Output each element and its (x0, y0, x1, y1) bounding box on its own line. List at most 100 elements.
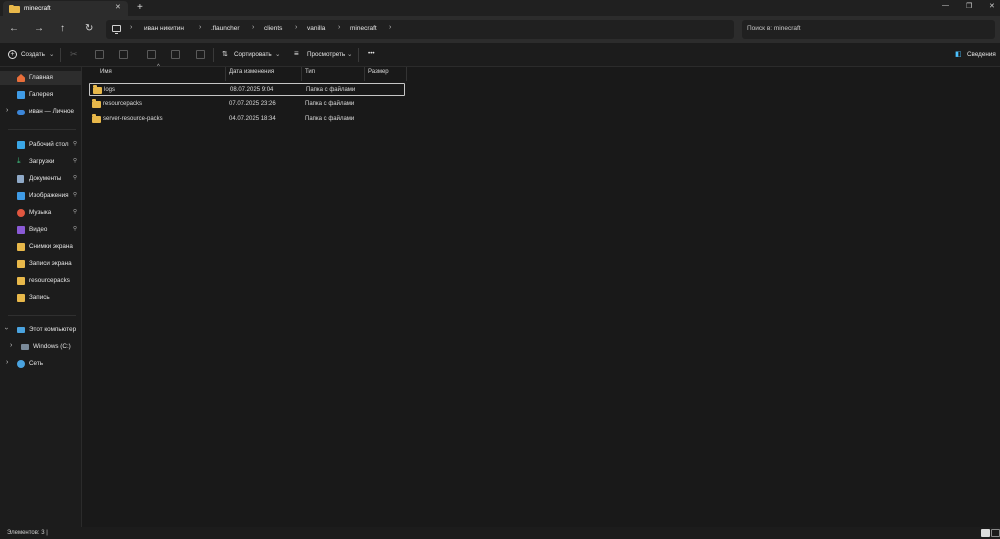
sidebar-item-desktop[interactable]: Рабочий стол ⚲ (0, 138, 82, 152)
column-header-type[interactable]: Тип (305, 69, 315, 75)
more-options-button[interactable]: ••• (368, 50, 375, 57)
music-icon (17, 209, 25, 217)
folder-icon (92, 99, 101, 108)
sidebar-item-videos[interactable]: Видео ⚲ (0, 223, 82, 237)
file-date: 07.07.2025 23:26 (229, 101, 276, 107)
add-icon: + (8, 50, 17, 59)
column-divider[interactable] (301, 67, 302, 81)
tab-minecraft[interactable]: minecraft ✕ (3, 1, 128, 16)
chevron-right-icon[interactable]: › (199, 24, 201, 31)
chevron-right-icon[interactable]: › (389, 24, 391, 31)
column-divider[interactable] (225, 67, 226, 81)
sidebar-item-screen-recordings[interactable]: Записи экрана (0, 257, 82, 271)
table-row[interactable]: logs 08.07.2025 9:04 Папка с файлами (89, 83, 405, 96)
breadcrumb-user[interactable]: иван никитин (144, 25, 184, 32)
sidebar-item-this-pc[interactable]: › Этот компьютер (0, 323, 82, 337)
sidebar-item-onedrive[interactable]: › иван — Личное (0, 105, 82, 119)
file-name: resourcepacks (103, 101, 143, 107)
table-row[interactable]: resourcepacks 07.07.2025 23:26 Папка с ф… (89, 98, 405, 111)
tiles-view-icon[interactable] (991, 529, 1000, 537)
folder-icon (17, 294, 25, 302)
pin-icon[interactable]: ⚲ (73, 175, 77, 181)
sort-button[interactable]: Сортировать (234, 51, 272, 58)
search-input[interactable]: Поиск в: minecraft (742, 20, 995, 39)
folder-icon (17, 277, 25, 285)
paste-icon[interactable] (119, 50, 128, 59)
chevron-right-icon[interactable]: › (6, 359, 8, 366)
navigation-bar: ← → ↑ ↻ › иван никитин › .flauncher › cl… (0, 16, 1000, 43)
chevron-down-icon[interactable]: › (3, 327, 10, 329)
chevron-right-icon[interactable]: › (295, 24, 297, 31)
sidebar: Главная Галерея › иван — Личное Рабочий … (0, 67, 82, 527)
minimize-button[interactable]: — (942, 2, 949, 9)
maximize-button[interactable]: ❐ (966, 2, 972, 10)
view-button[interactable]: Просмотреть (307, 51, 345, 58)
details-button[interactable]: Сведения (967, 51, 996, 58)
file-name: server-resource-packs (103, 116, 163, 122)
pin-icon[interactable]: ⚲ (73, 158, 77, 164)
back-button[interactable]: ← (9, 23, 19, 35)
sidebar-item-pictures[interactable]: Изображения ⚲ (0, 189, 82, 203)
sidebar-item-downloads[interactable]: ⤓ Загрузки ⚲ (0, 155, 82, 169)
cut-icon[interactable]: ✂ (70, 49, 78, 60)
breadcrumb-flauncher[interactable]: .flauncher (211, 25, 240, 32)
status-bar: Элементов: 3 | (0, 527, 1000, 539)
chevron-right-icon[interactable]: › (338, 24, 340, 31)
pin-icon[interactable]: ⚲ (73, 192, 77, 198)
pin-icon[interactable]: ⚲ (73, 141, 77, 147)
download-icon: ⤓ (17, 156, 21, 165)
chevron-right-icon[interactable]: › (10, 342, 12, 349)
sidebar-item-gallery[interactable]: Галерея (0, 88, 82, 102)
pin-icon[interactable]: ⚲ (73, 209, 77, 215)
chevron-right-icon[interactable]: › (252, 24, 254, 31)
breadcrumb-vanilla[interactable]: vanilla (307, 25, 325, 32)
column-header-date[interactable]: Дата изменения (229, 69, 274, 75)
tab-title: minecraft (24, 5, 51, 12)
rename-icon[interactable] (147, 50, 156, 59)
chevron-right-icon[interactable]: › (6, 107, 8, 114)
cloud-icon (17, 110, 25, 115)
folder-icon (17, 243, 25, 251)
sidebar-item-resourcepacks[interactable]: resourcepacks (0, 274, 82, 288)
chevron-down-icon[interactable]: ⌄ (275, 51, 280, 58)
command-bar: + Создать ⌄ ✂ ⇅ Сортировать ⌄ ≡ Просмотр… (0, 43, 1000, 67)
new-tab-button[interactable]: + (137, 2, 143, 13)
divider (60, 48, 61, 62)
column-header-name[interactable]: Имя (100, 69, 112, 75)
sidebar-item-documents[interactable]: Документы ⚲ (0, 172, 82, 186)
column-divider[interactable] (364, 67, 365, 81)
create-button[interactable]: Создать (21, 51, 45, 58)
divider (213, 48, 214, 62)
column-header-size[interactable]: Размер (368, 69, 389, 75)
copy-icon[interactable] (95, 50, 104, 59)
up-button[interactable]: ↑ (60, 23, 65, 35)
sidebar-item-music[interactable]: Музыка ⚲ (0, 206, 82, 220)
video-icon (17, 226, 25, 234)
breadcrumb-minecraft[interactable]: minecraft (350, 25, 377, 32)
details-view-icon[interactable] (981, 529, 990, 537)
home-icon (17, 74, 25, 82)
network-icon (17, 360, 25, 368)
sidebar-item-windows-c[interactable]: › Windows (C:) (0, 340, 82, 354)
close-tab-icon[interactable]: ✕ (115, 3, 121, 11)
chevron-down-icon[interactable]: ⌄ (347, 51, 352, 58)
chevron-down-icon[interactable]: ⌄ (49, 51, 54, 58)
desktop-icon (17, 141, 25, 149)
address-bar[interactable]: › иван никитин › .flauncher › clients › … (106, 20, 734, 39)
breadcrumb-clients[interactable]: clients (264, 25, 282, 32)
table-row[interactable]: server-resource-packs 04.07.2025 18:34 П… (89, 113, 405, 126)
column-divider[interactable] (406, 67, 407, 81)
share-icon[interactable] (171, 50, 180, 59)
close-window-button[interactable]: ✕ (989, 2, 995, 10)
file-date: 04.07.2025 18:34 (229, 116, 276, 122)
pin-icon[interactable]: ⚲ (73, 226, 77, 232)
sidebar-item-screenshots[interactable]: Снимки экрана (0, 240, 82, 254)
folder-icon (93, 85, 102, 94)
chevron-right-icon[interactable]: › (130, 24, 132, 31)
delete-icon[interactable] (196, 50, 205, 59)
sidebar-item-record[interactable]: Запись (0, 291, 82, 305)
forward-button[interactable]: → (34, 23, 44, 35)
sidebar-item-home[interactable]: Главная (0, 71, 82, 85)
sidebar-item-network[interactable]: › Сеть (0, 357, 82, 371)
refresh-button[interactable]: ↻ (85, 23, 93, 35)
